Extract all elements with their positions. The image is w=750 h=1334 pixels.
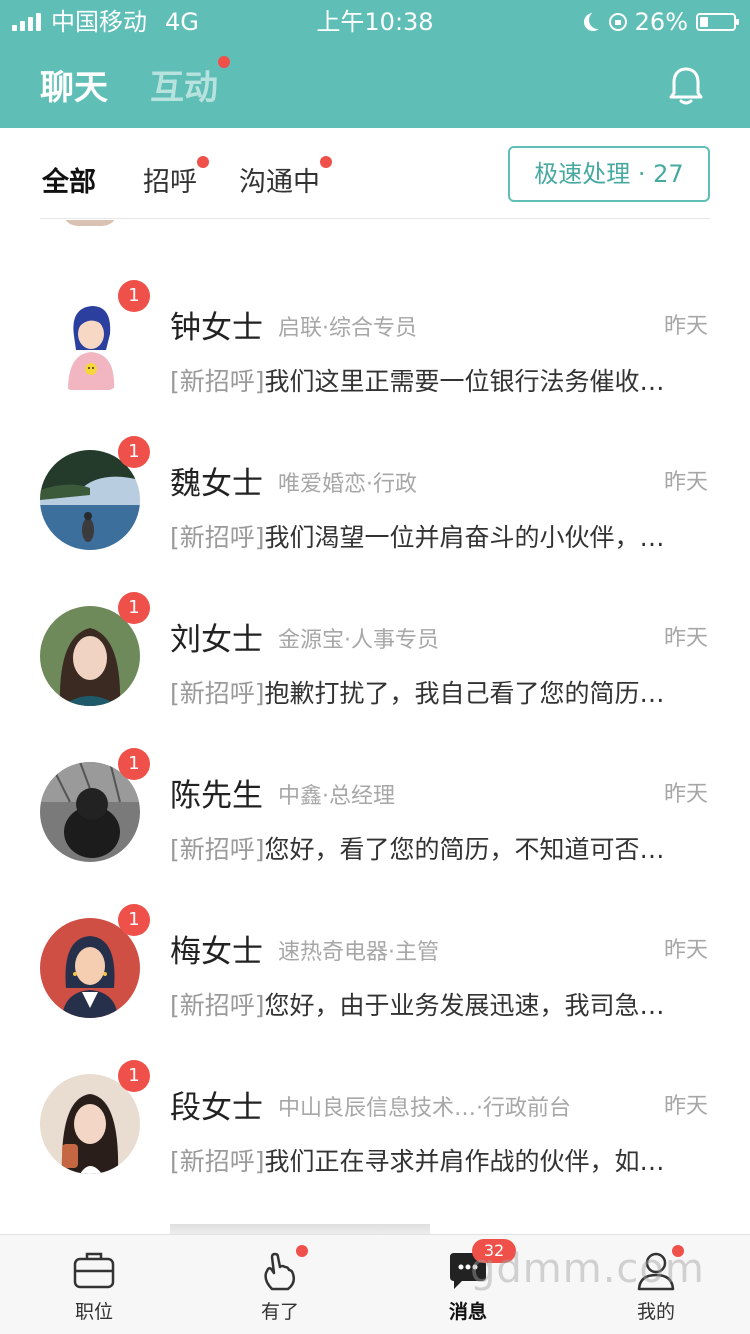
message-time: 昨天 <box>663 782 708 807</box>
message-text: 您好，看了您的简历，不知道可否… <box>264 835 665 864</box>
filter-tab-greetings[interactable]: 招呼 <box>143 156 209 199</box>
unread-badge: 1 <box>118 1060 150 1092</box>
do-not-disturb-icon <box>589 11 607 29</box>
list-item[interactable]: 1 段女士 中山良辰信息技术…·行政前台 昨天 [新招呼]我们正在寻求并肩作战的… <box>0 1060 750 1216</box>
unread-badge: 1 <box>118 436 150 468</box>
tab-label: 职位 <box>74 1301 113 1323</box>
message-text: 抱歉打扰了，我自己看了您的简历… <box>264 679 665 708</box>
filter-tab-label: 沟通中 <box>239 167 320 198</box>
tab-label: 有了 <box>260 1301 299 1323</box>
list-item[interactable]: 1 陈先生 中鑫·总经理 昨天 [新招呼]您好，看了您的简历，不知道可否… <box>0 748 750 904</box>
avatar <box>62 220 118 226</box>
greeting-tag: [新招呼] <box>170 991 265 1020</box>
tab-label: 我的 <box>636 1301 675 1323</box>
filter-bar: 全部 招呼 沟通中 极速处理 · 27 <box>0 128 750 220</box>
filter-tab-label: 全部 <box>42 167 96 198</box>
list-item <box>170 1224 430 1234</box>
company-title: 速热奇电器·主管 <box>278 940 439 965</box>
tab-label: 消息 <box>448 1301 487 1323</box>
company-title: 启联·综合专员 <box>278 316 417 341</box>
tab-chat[interactable]: 聊天 <box>40 60 108 109</box>
contact-name: 钟女士 <box>170 310 263 346</box>
divider <box>40 218 710 219</box>
message-time: 昨天 <box>663 1094 708 1119</box>
notification-dot <box>296 1245 308 1257</box>
greeting-tag: [新招呼] <box>170 367 265 396</box>
unread-badge: 1 <box>118 592 150 624</box>
contact-name: 魏女士 <box>170 466 263 502</box>
message-text: 我们这里正需要一位银行法务催收… <box>264 367 665 396</box>
notification-dot <box>218 56 230 68</box>
message-preview: [新招呼]我们这里正需要一位银行法务催收… <box>170 362 730 398</box>
message-time: 昨天 <box>663 470 708 495</box>
tab-chat-label: 聊天 <box>40 68 108 108</box>
unread-badge: 1 <box>118 904 150 936</box>
notification-dot <box>197 156 209 168</box>
company-title: 中山良辰信息技术…·行政前台 <box>278 1096 571 1121</box>
conversation-list[interactable]: 1 钟女士 启联·综合专员 昨天 [新招呼]我们这里正需要一位银行法务催收… 1 <box>0 220 750 1234</box>
message-preview: [新招呼]抱歉打扰了，我自己看了您的简历… <box>170 674 730 710</box>
speed-process-button[interactable]: 极速处理 · 27 <box>508 146 710 202</box>
bell-icon[interactable] <box>668 66 704 106</box>
filter-tab-communicating[interactable]: 沟通中 <box>239 156 332 199</box>
battery-percent: 26% <box>634 8 688 36</box>
app-screen: 中国移动 4G 上午10:38 26% 聊天 互动 全部 招呼 沟通中 极速处理… <box>0 0 750 1334</box>
contact-name: 段女士 <box>170 1090 263 1126</box>
company-title: 唯爱婚恋·行政 <box>278 472 417 497</box>
message-preview: [新招呼]您好，由于业务发展迅速，我司急… <box>170 986 730 1022</box>
contact-name: 梅女士 <box>170 934 263 970</box>
message-time: 昨天 <box>663 626 708 651</box>
status-bar: 中国移动 4G 上午10:38 26% <box>0 0 750 44</box>
message-preview: [新招呼]我们渴望一位并肩奋斗的小伙伴，… <box>170 518 730 554</box>
message-preview: [新招呼]我们正在寻求并肩作战的伙伴，如… <box>170 1142 730 1178</box>
filter-tab-all[interactable]: 全部 <box>42 160 96 199</box>
tab-jobs[interactable]: 职位 <box>34 1249 154 1324</box>
company-title: 金源宝·人事专员 <box>278 628 439 653</box>
list-item[interactable]: 1 魏女士 唯爱婚恋·行政 昨天 [新招呼]我们渴望一位并肩奋斗的小伙伴，… <box>0 436 750 592</box>
message-text: 我们正在寻求并肩作战的伙伴，如… <box>264 1147 665 1176</box>
contact-name: 刘女士 <box>170 622 263 658</box>
tab-have[interactable]: 有了 <box>220 1245 340 1324</box>
greeting-tag: [新招呼] <box>170 679 265 708</box>
hand-icon <box>258 1245 308 1293</box>
filter-tab-label: 招呼 <box>143 167 197 198</box>
rotation-lock-icon <box>608 13 627 31</box>
message-text: 我们渴望一位并肩奋斗的小伙伴，… <box>264 523 665 552</box>
greeting-tag: [新招呼] <box>170 835 265 864</box>
list-item[interactable]: 1 梅女士 速热奇电器·主管 昨天 [新招呼]您好，由于业务发展迅速，我司急… <box>0 904 750 1060</box>
unread-badge: 1 <box>118 748 150 780</box>
message-time: 昨天 <box>663 938 708 963</box>
message-time: 昨天 <box>663 314 708 339</box>
notification-dot <box>320 156 332 168</box>
contact-name: 陈先生 <box>170 778 263 814</box>
message-text: 您好，由于业务发展迅速，我司急… <box>264 991 665 1020</box>
unread-badge: 1 <box>118 280 150 312</box>
company-title: 中鑫·总经理 <box>278 784 395 809</box>
app-header: 中国移动 4G 上午10:38 26% 聊天 互动 <box>0 0 750 128</box>
watermark: gdmm.com <box>470 1246 705 1292</box>
tab-interaction-label: 互动 <box>150 68 218 108</box>
briefcase-icon <box>72 1249 116 1293</box>
greeting-tag: [新招呼] <box>170 1147 265 1176</box>
battery-icon <box>696 13 739 31</box>
list-item[interactable]: 1 刘女士 金源宝·人事专员 昨天 [新招呼]抱歉打扰了，我自己看了您的简历… <box>0 592 750 748</box>
greeting-tag: [新招呼] <box>170 523 265 552</box>
tab-interaction[interactable]: 互动 <box>150 56 230 109</box>
list-item[interactable]: 1 钟女士 启联·综合专员 昨天 [新招呼]我们这里正需要一位银行法务催收… <box>0 280 750 436</box>
message-preview: [新招呼]您好，看了您的简历，不知道可否… <box>170 830 730 866</box>
header-tabs: 聊天 互动 <box>40 56 230 109</box>
